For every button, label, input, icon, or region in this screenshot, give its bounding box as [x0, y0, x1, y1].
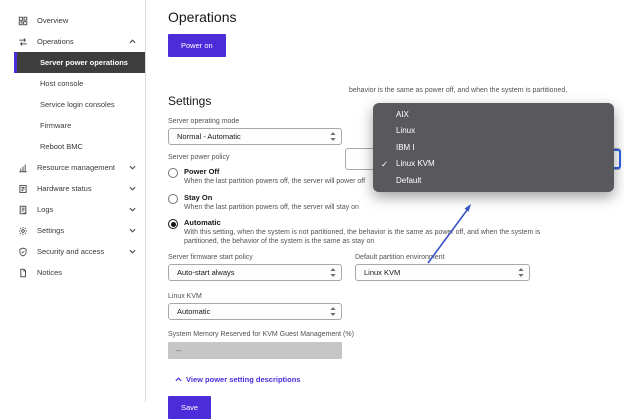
dropdown-item-label: Linux	[396, 126, 416, 136]
chevron-down-icon	[129, 165, 136, 170]
linux-kvm-select[interactable]: Automatic	[168, 303, 342, 320]
system-memory-value: --	[176, 346, 181, 355]
sidebar-subitem-label: Reboot BMC	[40, 142, 83, 151]
sidebar-item-logs[interactable]: Logs	[14, 199, 145, 220]
dropdown-item-label: IBM I	[396, 142, 415, 152]
sidebar-item-service-login-consoles[interactable]: Service login consoles	[14, 94, 145, 115]
chevron-down-icon	[129, 186, 136, 191]
radio-automatic[interactable]: Automatic With this setting, when the sy…	[168, 218, 624, 246]
sidebar-item-label: Overview	[37, 16, 69, 25]
chevron-down-icon	[129, 249, 136, 254]
overlay-context-text: behavior is the same as power off, and w…	[349, 87, 621, 94]
sidebar-subitem-label: Server power operations	[40, 58, 128, 67]
radio-button-icon[interactable]	[168, 193, 178, 204]
chevron-down-icon	[129, 228, 136, 233]
view-power-setting-descriptions-link[interactable]: View power setting descriptions	[175, 375, 300, 384]
hardware-status-icon	[19, 184, 27, 193]
default-partition-environment-label: Default partition environment	[355, 254, 445, 261]
system-memory-label: System Memory Reserved for KVM Guest Man…	[168, 331, 354, 338]
sidebar-item-host-console[interactable]: Host console	[14, 73, 145, 94]
chevron-up-icon	[129, 39, 136, 44]
system-memory-input: --	[168, 342, 342, 359]
sidebar-item-firmware[interactable]: Firmware	[14, 115, 145, 136]
power-on-button[interactable]: Power on	[168, 34, 226, 57]
sidebar-item-label: Hardware status	[37, 184, 92, 193]
radio-button-selected-icon[interactable]	[168, 219, 178, 229]
sidebar-subitem-label: Service login consoles	[40, 100, 115, 109]
linux-kvm-label: Linux KVM	[168, 293, 202, 300]
sidebar-item-resource-management[interactable]: Resource management	[14, 157, 145, 178]
sidebar-item-operations[interactable]: Operations	[14, 31, 145, 52]
checkmark-icon: ✓	[381, 158, 389, 169]
notices-icon	[20, 268, 26, 277]
sidebar-subitem-label: Firmware	[40, 121, 72, 130]
sidebar-nav: Overview Operations Server power operati…	[14, 10, 145, 283]
sidebar-item-label: Resource management	[37, 163, 115, 172]
select-stepper-icon	[518, 268, 524, 277]
chevron-down-icon	[129, 207, 136, 212]
select-stepper-icon	[330, 268, 336, 277]
chevron-up-icon	[175, 377, 182, 382]
dropdown-item-label: AIX	[396, 109, 409, 119]
shield-icon	[19, 247, 27, 256]
logs-icon	[19, 205, 27, 214]
server-firmware-start-policy-label: Server firmware start policy	[168, 254, 253, 261]
server-operating-mode-value: Normal - Automatic	[177, 132, 241, 141]
select-stepper-icon	[330, 132, 336, 141]
sidebar-item-label: Notices	[37, 268, 63, 277]
radio-automatic-description: With this setting, when the system is no…	[184, 229, 541, 245]
radio-stay-on-description: When the last partition powers off, the …	[184, 203, 359, 211]
dropdown-item-aix[interactable]: AIX	[373, 106, 614, 123]
sidebar-item-reboot-bmc[interactable]: Reboot BMC	[14, 136, 145, 157]
sidebar-item-overview[interactable]: Overview	[14, 10, 145, 31]
server-firmware-start-policy-value: Auto-start always	[177, 268, 235, 277]
radio-stay-on-label: Stay On	[184, 192, 213, 202]
radio-power-off-label: Power Off	[184, 167, 220, 176]
link-label: View power setting descriptions	[186, 375, 301, 384]
default-partition-environment-value: Linux KVM	[364, 268, 401, 277]
save-button[interactable]: Save	[168, 396, 212, 419]
sidebar-item-notices[interactable]: Notices	[14, 262, 145, 283]
radio-automatic-label: Automatic	[184, 218, 221, 227]
sidebar-item-label: Settings	[37, 226, 65, 235]
dashboard-icon	[18, 16, 28, 25]
sidebar-item-server-power-operations[interactable]: Server power operations	[14, 52, 145, 73]
dropdown-menu: AIX Linux IBM I ✓ Linux KVM Default	[373, 103, 614, 192]
dropdown-item-linux[interactable]: Linux	[373, 123, 614, 140]
sidebar: Overview Operations Server power operati…	[0, 0, 146, 402]
page-title: Operations	[168, 9, 237, 25]
radio-power-off-description: When the last partition powers off, the …	[184, 178, 366, 185]
dropdown-item-label: Linux KVM	[396, 159, 435, 169]
dropdown-item-ibm-i[interactable]: IBM I	[373, 139, 614, 156]
operations-icon	[19, 37, 27, 46]
select-stepper-icon	[330, 307, 336, 316]
resource-management-icon	[19, 164, 27, 172]
default-partition-environment-select[interactable]: Linux KVM	[355, 264, 530, 281]
linux-kvm-value: Automatic	[177, 307, 211, 316]
sidebar-item-settings[interactable]: Settings	[14, 220, 145, 241]
sidebar-item-hardware-status[interactable]: Hardware status	[14, 178, 145, 199]
sidebar-item-label: Security and access	[37, 247, 105, 256]
sidebar-subitem-label: Host console	[40, 79, 84, 88]
dropdown-item-default[interactable]: Default	[373, 172, 614, 189]
gear-icon	[18, 226, 28, 235]
server-operating-mode-select[interactable]: Normal - Automatic	[168, 128, 342, 145]
server-firmware-start-policy-select[interactable]: Auto-start always	[168, 264, 342, 281]
dropdown-item-linux-kvm[interactable]: ✓ Linux KVM	[373, 156, 614, 173]
dropdown-item-label: Default	[396, 175, 422, 185]
sidebar-item-security-and-access[interactable]: Security and access	[14, 241, 145, 262]
radio-stay-on[interactable]: Stay On When the last partition powers o…	[168, 193, 624, 213]
main-content: Operations Power on Settings Server oper…	[168, 0, 624, 419]
sidebar-item-label: Operations	[37, 37, 74, 46]
sidebar-item-label: Logs	[37, 205, 54, 214]
radio-button-icon[interactable]	[168, 168, 178, 178]
